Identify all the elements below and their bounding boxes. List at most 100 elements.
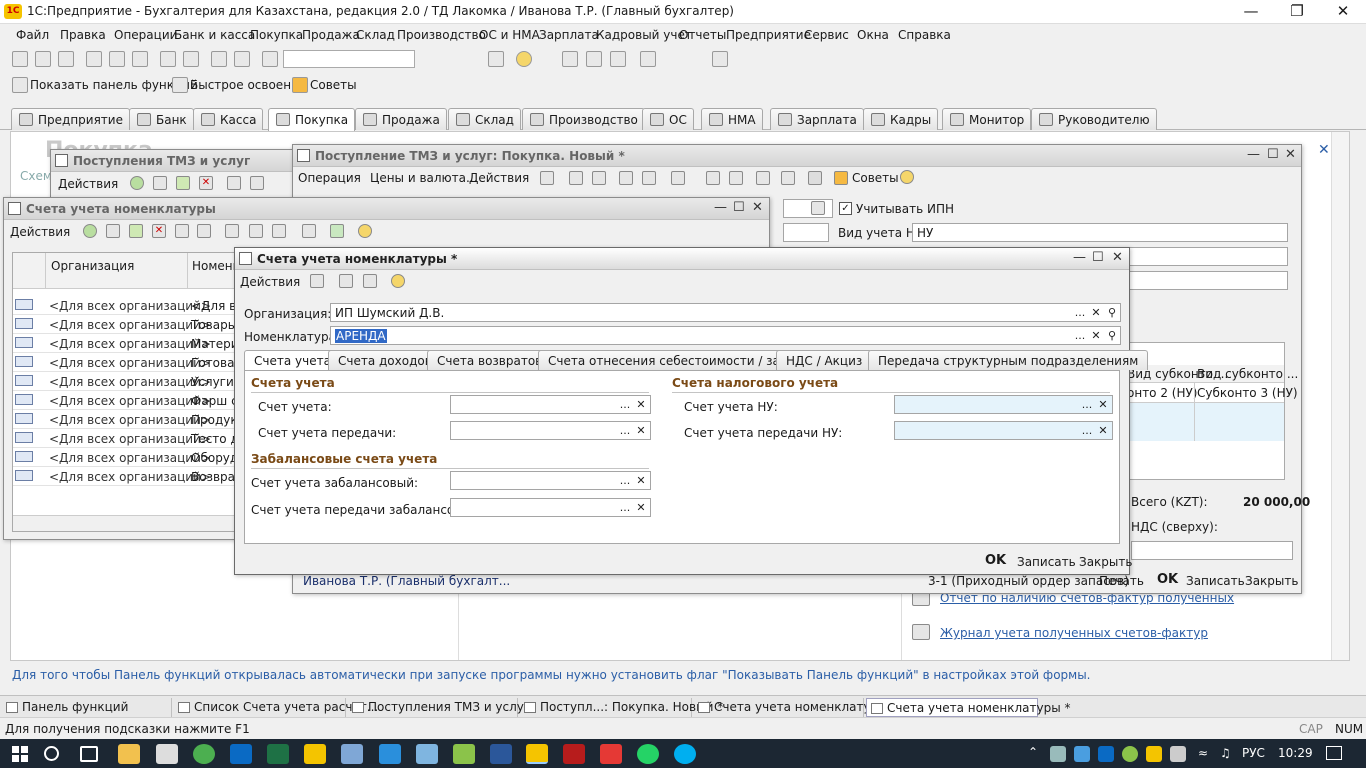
photos-icon[interactable] — [453, 744, 475, 764]
people-icon[interactable] — [341, 744, 363, 764]
select-icon[interactable]: ... — [617, 500, 633, 516]
task-view-icon[interactable] — [80, 746, 98, 762]
go-icon[interactable] — [671, 171, 685, 185]
strip-tab-purchase-doc[interactable]: Поступл...: Покупка. Новый * — [520, 698, 723, 717]
table-row[interactable]: <Для всех организаций> <Для в — [13, 296, 239, 315]
maximize-icon[interactable]: ☐ — [1267, 147, 1279, 162]
open-icon[interactable]: ⚲ — [1104, 328, 1120, 344]
tips-button[interactable]: Советы — [310, 78, 357, 92]
menu-hr[interactable]: Кадровый учет — [596, 28, 692, 42]
menu-windows[interactable]: Окна — [857, 28, 889, 42]
tab-transfer[interactable]: Передача структурным подразделениям — [868, 350, 1149, 370]
tray-icon[interactable] — [1170, 746, 1186, 762]
minimize-icon[interactable]: — — [1247, 147, 1260, 162]
windows-start-icon[interactable] — [12, 746, 28, 762]
ipn-checkbox[interactable]: ✓ — [839, 202, 852, 215]
app-icon[interactable] — [416, 744, 438, 764]
maximize-icon[interactable]: ☐ — [733, 200, 745, 215]
clear-icon[interactable]: ✕ — [1095, 423, 1111, 439]
language-indicator[interactable]: РУС — [1242, 746, 1265, 760]
close-button[interactable]: Закрыть — [1245, 574, 1298, 588]
outlook-icon[interactable] — [230, 744, 252, 764]
mark-icon[interactable] — [175, 224, 189, 238]
tray-drive-icon[interactable] — [1146, 746, 1162, 762]
select-icon[interactable]: ... — [1072, 305, 1088, 321]
menu-operations[interactable]: Операции — [114, 28, 177, 42]
tab-income[interactable]: Счета доходов — [328, 350, 442, 370]
tab-monitor[interactable]: Монитор — [942, 108, 1032, 130]
minimize-icon[interactable]: — — [1073, 250, 1086, 265]
actions-menu[interactable]: Действия — [469, 171, 529, 185]
print-icon[interactable] — [160, 51, 176, 67]
select-icon[interactable]: ... — [617, 473, 633, 489]
skype-icon[interactable] — [674, 744, 696, 764]
close-icon[interactable]: ✕ — [1112, 250, 1123, 265]
refresh-icon[interactable] — [330, 224, 344, 238]
explorer-icon[interactable] — [118, 744, 140, 764]
save-button[interactable]: Записать — [1017, 555, 1076, 569]
delete-icon[interactable]: ✕ — [199, 176, 213, 190]
copy-icon[interactable] — [106, 224, 120, 238]
post-icon[interactable] — [540, 171, 554, 185]
vid-field[interactable]: НУ — [912, 223, 1288, 242]
strip-tab-account-list[interactable]: Список Счета учета расчет... — [174, 698, 378, 717]
calculator-icon[interactable] — [562, 51, 578, 67]
calendar-icon[interactable] — [586, 51, 602, 67]
paste-icon[interactable] — [132, 51, 148, 67]
table-row[interactable]: <Для всех организаций> Тесто д — [13, 429, 239, 448]
restore-icon[interactable]: ❐ — [1274, 0, 1320, 24]
org-field[interactable]: ИП Шумский Д.В. — [330, 303, 1121, 322]
clock[interactable]: 10:29 — [1278, 746, 1313, 760]
actions-menu[interactable]: Действия — [10, 225, 70, 239]
dt-kt-icon[interactable] — [756, 171, 770, 185]
open-icon[interactable] — [35, 51, 51, 67]
clear-icon[interactable]: ✕ — [1095, 397, 1111, 413]
tab-warehouse[interactable]: Склад — [448, 108, 521, 130]
drive-icon[interactable] — [304, 744, 326, 764]
select-icon[interactable]: ... — [1079, 423, 1095, 439]
tray-icon[interactable] — [1074, 746, 1090, 762]
filter-list-icon[interactable] — [272, 224, 286, 238]
menu-production[interactable]: Производство — [397, 28, 486, 42]
strip-tab-purchases[interactable]: Поступления ТМЗ и услуг — [348, 698, 530, 717]
help-icon[interactable] — [358, 224, 372, 238]
copy-icon[interactable] — [109, 51, 125, 67]
help-icon[interactable] — [900, 170, 914, 184]
find-icon[interactable] — [250, 176, 264, 190]
table-row[interactable]: <Для всех организаций> Оборуд — [13, 448, 239, 467]
word-icon[interactable] — [490, 744, 512, 764]
tab-cash[interactable]: Касса — [193, 108, 264, 130]
menu-salary[interactable]: Зарплата — [539, 28, 599, 42]
panel-close-icon[interactable]: ✕ — [1318, 142, 1330, 158]
strip-tab-accounts[interactable]: Счета учета номенклатуры — [694, 698, 888, 717]
strip-tab-account-edit[interactable]: Счета учета номенклатуры * — [866, 698, 1070, 717]
save-icon[interactable] — [58, 51, 74, 67]
tab-purchase[interactable]: Покупка — [268, 108, 356, 131]
clear-icon[interactable]: ✕ — [1088, 328, 1104, 344]
search-icon[interactable] — [44, 746, 59, 761]
table-row[interactable]: <Для всех организаций> Товары — [13, 315, 239, 334]
maximize-icon[interactable]: ☐ — [1092, 250, 1104, 265]
table-row[interactable]: <Для всех организаций> Фарш с — [13, 391, 239, 410]
tab-intangible[interactable]: НМА — [701, 108, 763, 130]
tab-assets[interactable]: ОС — [642, 108, 694, 130]
tab-accounts[interactable]: Счета учета — [244, 350, 341, 371]
save-button[interactable]: Записать — [1186, 574, 1245, 588]
horizontal-scrollbar[interactable] — [13, 515, 239, 531]
notifications-icon[interactable] — [1326, 746, 1342, 760]
save-icon[interactable] — [339, 274, 353, 288]
actions-menu[interactable]: Действия — [58, 177, 118, 191]
help-icon[interactable] — [391, 274, 405, 288]
close-button[interactable]: Закрыть — [1079, 555, 1132, 569]
window-icon[interactable] — [488, 51, 504, 67]
actions-menu[interactable]: Действия — [240, 275, 300, 289]
list-icon[interactable] — [706, 171, 720, 185]
ok-button[interactable]: OK — [985, 553, 1006, 568]
tab-enterprise[interactable]: Предприятие — [11, 108, 130, 130]
tab-returns[interactable]: Счета возвратов — [427, 350, 553, 370]
copy-icon[interactable] — [153, 176, 167, 190]
print-button[interactable]: Печать — [1099, 574, 1144, 588]
redo-icon[interactable] — [234, 51, 250, 67]
menu-assets[interactable]: ОС и НМА — [479, 28, 540, 42]
anydesk-icon[interactable] — [600, 744, 622, 764]
